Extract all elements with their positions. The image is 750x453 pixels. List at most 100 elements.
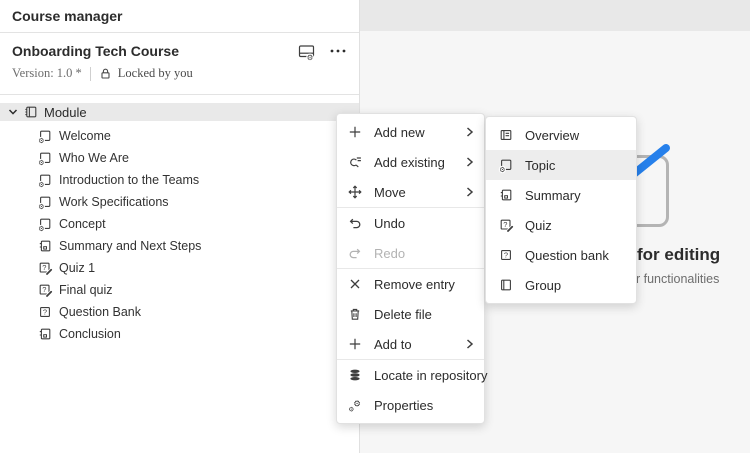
tree-item-question-bank[interactable]: ? Question Bank	[0, 301, 359, 323]
lock-icon	[99, 67, 112, 80]
svg-text:⚙: ⚙	[307, 52, 314, 61]
svg-text:⚙: ⚙	[38, 181, 44, 189]
menu-item-locate-in-repository[interactable]: Locate in repository	[337, 360, 484, 390]
tree-item-concept[interactable]: ⚙Concept	[0, 213, 359, 235]
tree-item-module[interactable]: Module	[0, 103, 359, 121]
summary-icon	[38, 239, 52, 253]
menu-item-add-to[interactable]: Add to	[337, 329, 484, 359]
menu-item-remove-entry[interactable]: Remove entry	[337, 269, 484, 299]
question-bank-icon: ?	[38, 305, 52, 319]
tree-item-label: Who We Are	[59, 151, 129, 165]
tree-item-work-specifications[interactable]: ⚙Work Specifications	[0, 191, 359, 213]
quiz-icon: ?	[38, 283, 52, 297]
question-bank-icon: ?	[499, 248, 513, 262]
svg-text:⚙: ⚙	[38, 159, 44, 167]
undo-icon	[348, 216, 362, 230]
menu-item-delete-file[interactable]: Delete file	[337, 299, 484, 329]
course-manager-panel: Course manager Onboarding Tech Course ⚙ …	[0, 0, 360, 453]
close-icon	[348, 277, 362, 291]
topic-icon: ⚙	[38, 129, 52, 143]
chevron-down-icon[interactable]	[8, 107, 18, 117]
menu-item-label: Summary	[525, 188, 626, 203]
menu-item-question-bank[interactable]: ?Question bank	[486, 240, 636, 270]
chevron-right-icon	[466, 157, 474, 167]
tree-item-label: Introduction to the Teams	[59, 173, 199, 187]
properties-icon: ⚙⚙	[348, 398, 362, 412]
group-icon	[499, 278, 513, 292]
menu-item-label: Remove entry	[374, 277, 474, 292]
menu-item-properties[interactable]: ⚙⚙ Properties	[337, 390, 484, 420]
menu-item-label: Topic	[525, 158, 626, 173]
divider	[90, 67, 91, 81]
topic-icon: ⚙	[499, 158, 513, 172]
menu-item-group[interactable]: Group	[486, 270, 636, 300]
tree-item-label: Concept	[59, 217, 106, 231]
tree-children: ⚙ Welcome ⚙ Who We Are ⚙ Introduction to the …	[0, 125, 359, 345]
menu-item-label: Add existing	[374, 155, 454, 170]
menu-item-label: Redo	[374, 246, 474, 261]
quiz-icon: ?	[499, 218, 513, 232]
menu-item-undo[interactable]: Undo	[337, 208, 484, 238]
svg-text:?: ?	[43, 307, 47, 316]
menu-item-label: Group	[525, 278, 626, 293]
summary-icon	[38, 327, 52, 341]
module-icon	[24, 105, 38, 119]
tree-item-label: Module	[44, 105, 87, 120]
tree-item-who-we-are[interactable]: ⚙ Who We Are	[0, 147, 359, 169]
menu-item-quiz[interactable]: ? Quiz	[486, 210, 636, 240]
tree-item-welcome[interactable]: ⚙ Welcome	[0, 125, 359, 147]
tree-item-label: Summary and Next Steps	[59, 239, 201, 253]
empty-state-subtitle: r functionalities	[636, 272, 719, 286]
chevron-right-icon	[466, 187, 474, 197]
svg-text:⚙: ⚙	[499, 166, 505, 174]
quiz-icon: ?	[38, 261, 52, 275]
chevron-right-icon	[466, 339, 474, 349]
tree-item-introduction-to-the-teams[interactable]: ⚙ Introduction to the Teams	[0, 169, 359, 191]
menu-item-add-existing[interactable]: Add existing	[337, 147, 484, 177]
svg-text:?: ?	[504, 250, 508, 259]
panel-header: Course manager	[0, 0, 359, 33]
overview-icon	[499, 128, 513, 142]
trash-icon	[348, 307, 362, 321]
lock-status: Locked by you	[118, 66, 193, 81]
add-existing-icon	[348, 155, 362, 169]
svg-text:?: ?	[503, 220, 507, 229]
menu-item-label: Locate in repository	[374, 368, 487, 383]
course-header: Onboarding Tech Course ⚙ Version: 1.0 * …	[0, 33, 359, 95]
tree-item-summary-and-next-steps[interactable]: Summary and Next Steps	[0, 235, 359, 257]
menu-item-label: Properties	[374, 398, 474, 413]
tree-item-label: Welcome	[59, 129, 111, 143]
course-title: Onboarding Tech Course	[12, 43, 284, 59]
chevron-right-icon	[466, 127, 474, 137]
topic-icon: ⚙	[38, 173, 52, 187]
tree-item-final-quiz[interactable]: ? Final quiz	[0, 279, 359, 301]
tree-item-label: Quiz 1	[59, 261, 95, 275]
course-settings-icon[interactable]: ⚙	[298, 43, 315, 60]
tree-item-label: Question Bank	[59, 305, 141, 319]
tree-item-label: Final quiz	[59, 283, 113, 297]
context-menu: Add new Add existing Move Undo Redo Remove en…	[336, 113, 485, 424]
menu-item-label: Delete file	[374, 307, 474, 322]
tree-item-quiz-1[interactable]: ? Quiz 1	[0, 257, 359, 279]
tree-item-label: Conclusion	[59, 327, 121, 341]
menu-item-summary[interactable]: Summary	[486, 180, 636, 210]
menu-item-move[interactable]: Move	[337, 177, 484, 207]
tree-item-conclusion[interactable]: Conclusion	[0, 323, 359, 345]
more-options-icon[interactable]	[329, 44, 347, 58]
add-new-submenu: Overview ⚙ Topic Summary? Quiz ?Question bank…	[485, 116, 637, 304]
tree-item-label: Work Specifications	[59, 195, 169, 209]
course-tree: Module ⚙ Welcome ⚙ Who We Are ⚙ Introduction …	[0, 103, 359, 345]
menu-item-overview[interactable]: Overview	[486, 120, 636, 150]
version-label: Version: 1.0 *	[12, 66, 82, 81]
page-title: Course manager	[12, 8, 122, 24]
svg-text:⚙: ⚙	[353, 400, 361, 410]
menu-item-label: Undo	[374, 216, 474, 231]
plus-icon	[348, 125, 362, 139]
redo-icon	[348, 246, 362, 260]
menu-item-add-new[interactable]: Add new	[337, 117, 484, 147]
topic-icon: ⚙	[38, 151, 52, 165]
menu-item-label: Quiz	[525, 218, 626, 233]
menu-item-topic[interactable]: ⚙ Topic	[486, 150, 636, 180]
menu-item-redo: Redo	[337, 238, 484, 268]
screen: for editing r functionalities Course man…	[0, 0, 750, 453]
